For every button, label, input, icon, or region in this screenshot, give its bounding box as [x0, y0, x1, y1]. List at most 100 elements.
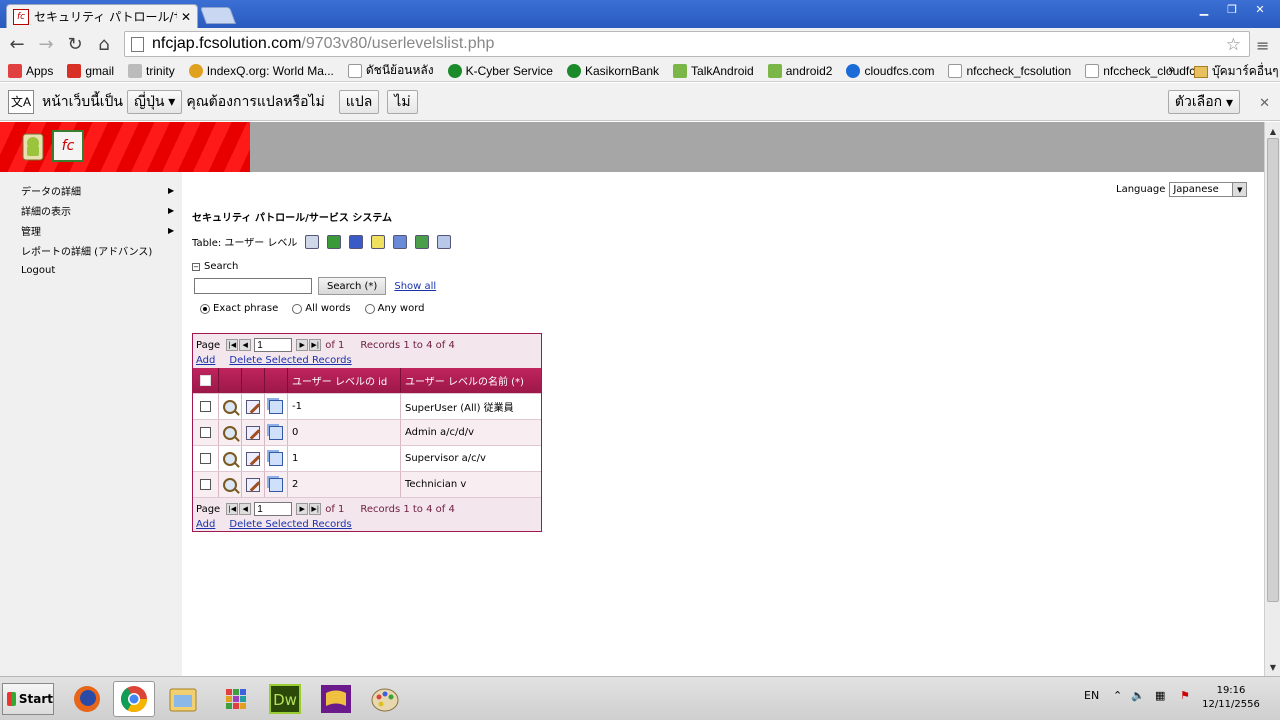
bookmark-talkandroid[interactable]: TalkAndroid: [673, 63, 754, 78]
address-bar[interactable]: nfcjap.fcsolution.com/9703v80/userlevels…: [124, 31, 1250, 57]
view-magnifier-icon[interactable]: [223, 399, 237, 414]
edit-pencil-icon[interactable]: [246, 451, 260, 466]
firefox-taskbar-button[interactable]: [66, 681, 108, 717]
bookmark-history-index[interactable]: ดัชนีย้อนหลัง: [347, 61, 434, 80]
row-checkbox[interactable]: [200, 427, 211, 438]
scroll-down-icon[interactable]: ▼: [1266, 660, 1280, 674]
next-page-icon[interactable]: ▶: [296, 339, 309, 351]
bookmark-cloudfcs[interactable]: cloudfcs.com: [846, 63, 934, 78]
no-translate-button[interactable]: ไม่: [387, 89, 418, 114]
close-window-icon[interactable]: ✕: [1246, 0, 1274, 18]
network-icon[interactable]: ▦: [1155, 689, 1165, 702]
page-number-input[interactable]: [254, 502, 293, 516]
add-link[interactable]: Add: [196, 355, 215, 366]
bookmark-apps[interactable]: Apps: [8, 63, 53, 78]
dreamweaver-taskbar-button[interactable]: Dw: [264, 681, 306, 717]
view-magnifier-icon[interactable]: [223, 451, 237, 466]
language-select[interactable]: Japanese ▼: [1169, 182, 1248, 197]
first-page-icon[interactable]: |◀: [226, 339, 239, 351]
bookmark-gmail[interactable]: gmail: [67, 63, 114, 78]
view-magnifier-icon[interactable]: [223, 477, 237, 492]
start-button[interactable]: Start: [2, 683, 54, 715]
copy-icon[interactable]: [269, 399, 283, 414]
delete-selected-link[interactable]: Delete Selected Records: [229, 355, 351, 366]
prev-page-icon[interactable]: ◀: [239, 503, 252, 515]
forward-arrow-icon[interactable]: →: [35, 33, 57, 55]
tray-expand-icon[interactable]: ⌃: [1113, 689, 1122, 702]
prev-page-icon[interactable]: ◀: [239, 339, 252, 351]
column-header-name[interactable]: ユーザー レベルの名前 (*): [401, 368, 541, 393]
page-number-input[interactable]: [254, 338, 293, 352]
column-header-id[interactable]: ユーザー レベルの id: [288, 368, 401, 393]
radio-exact-phrase[interactable]: [200, 303, 210, 314]
search-input[interactable]: [194, 278, 312, 294]
other-bookmarks[interactable]: บุ๊คมาร์คอื่นๆ: [1194, 62, 1279, 81]
explorer-taskbar-button[interactable]: [162, 681, 204, 717]
close-translate-icon[interactable]: ✕: [1259, 95, 1270, 111]
last-page-icon[interactable]: ▶|: [309, 339, 322, 351]
vertical-scrollbar[interactable]: ▲ ▼: [1264, 122, 1280, 676]
export-excel-icon[interactable]: [327, 234, 342, 249]
bookmarks-overflow-chevron[interactable]: »: [1168, 62, 1175, 76]
system-clock[interactable]: 19:16 12/11/2556: [1200, 684, 1262, 712]
first-page-icon[interactable]: |◀: [226, 503, 239, 515]
copy-icon[interactable]: [269, 477, 283, 492]
next-page-icon[interactable]: ▶: [296, 503, 309, 515]
bookmark-star-icon[interactable]: ☆: [1226, 35, 1241, 55]
sidebar-item-view-details[interactable]: 詳細の表示 ▶: [0, 200, 182, 220]
translate-language-select[interactable]: ญี่ปุ่น ▾: [127, 89, 183, 114]
last-page-icon[interactable]: ▶|: [309, 503, 322, 515]
chrome-menu-icon[interactable]: ≡: [1256, 36, 1272, 55]
apps-taskbar-button[interactable]: [215, 681, 257, 717]
export-xml-icon[interactable]: [393, 234, 408, 249]
new-tab-button[interactable]: [199, 7, 237, 24]
scroll-thumb[interactable]: [1267, 138, 1279, 602]
maximize-icon[interactable]: ❐: [1218, 0, 1246, 18]
edit-pencil-icon[interactable]: [246, 399, 260, 414]
export-word-icon[interactable]: [349, 234, 364, 249]
add-link[interactable]: Add: [196, 519, 215, 530]
bookmark-k-cyber[interactable]: K-Cyber Service: [447, 63, 553, 78]
email-icon[interactable]: [437, 234, 452, 249]
sidebar-item-admin[interactable]: 管理 ▶: [0, 220, 182, 240]
chrome-taskbar-button[interactable]: [113, 681, 155, 717]
paint-taskbar-button[interactable]: [364, 681, 406, 717]
input-language[interactable]: EN: [1084, 689, 1099, 702]
bookmark-trinity[interactable]: trinity: [128, 63, 175, 78]
tab-close-icon[interactable]: ✕: [181, 10, 191, 24]
radio-all-words[interactable]: [292, 303, 303, 314]
sidebar-item-data-details[interactable]: データの詳細 ▶: [0, 180, 182, 200]
delete-selected-link[interactable]: Delete Selected Records: [229, 519, 351, 530]
bookmark-nfccheck-fcsolution[interactable]: nfccheck_fcsolution: [948, 63, 1071, 78]
export-html-icon[interactable]: [371, 234, 386, 249]
row-checkbox[interactable]: [200, 479, 211, 490]
bookmark-android2[interactable]: android2: [767, 63, 832, 78]
bookmark-nfccheck-cloudfcs[interactable]: nfccheck_cloudfcs: [1085, 63, 1201, 78]
minimize-icon[interactable]: ▁: [1190, 0, 1218, 18]
search-button[interactable]: Search (*): [318, 277, 387, 295]
export-csv-icon[interactable]: [415, 234, 430, 249]
reader-taskbar-button[interactable]: [315, 681, 357, 717]
print-icon[interactable]: [305, 234, 320, 249]
bookmark-indexq[interactable]: IndexQ.org: World Ma...: [188, 63, 334, 78]
edit-pencil-icon[interactable]: [246, 477, 260, 492]
show-all-link[interactable]: Show all: [394, 281, 436, 292]
row-checkbox[interactable]: [200, 453, 211, 464]
edit-pencil-icon[interactable]: [246, 425, 260, 440]
home-icon[interactable]: ⌂: [93, 33, 115, 55]
select-all-checkbox[interactable]: [200, 375, 211, 386]
browser-tab[interactable]: fc セキュリティ パトロール/サ ✕: [6, 4, 198, 28]
copy-icon[interactable]: [269, 425, 283, 440]
volume-icon[interactable]: 🔈: [1131, 689, 1145, 702]
translate-options-button[interactable]: ตัวเลือก ▾: [1167, 90, 1240, 114]
sidebar-item-logout[interactable]: Logout: [0, 260, 182, 280]
reload-icon[interactable]: ↻: [64, 33, 86, 55]
translate-button[interactable]: แปล: [338, 89, 380, 114]
action-center-icon[interactable]: ⚑: [1180, 689, 1190, 702]
back-arrow-icon[interactable]: ←: [6, 33, 28, 55]
sidebar-item-advanced-report[interactable]: レポートの詳細 (アドバンス): [0, 240, 182, 260]
scroll-up-icon[interactable]: ▲: [1266, 124, 1280, 138]
radio-any-word[interactable]: [364, 303, 375, 314]
bookmark-kasikorn[interactable]: KasikornBank: [566, 63, 659, 78]
copy-icon[interactable]: [269, 451, 283, 466]
